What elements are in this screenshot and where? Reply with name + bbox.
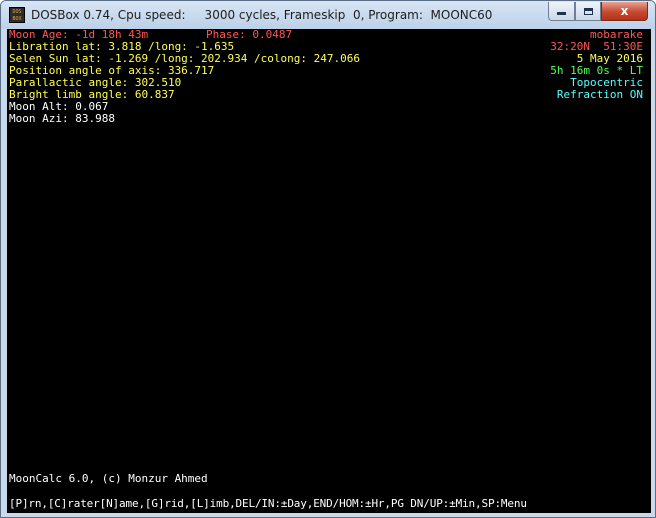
dosbox-app-icon[interactable]: DOS BOX xyxy=(9,7,25,23)
moon-crescent-graphic xyxy=(170,130,403,430)
key-help-text: [P]rn,[C]rater[N]ame,[G]rid,[L]imb,DEL/I… xyxy=(9,497,527,510)
close-button[interactable]: x xyxy=(601,2,648,21)
dosbox-icon-text-top: DOS xyxy=(12,9,22,15)
moon-crescent xyxy=(170,130,403,430)
window-title: DOSBox 0.74, Cpu speed: 3000 cycles, Fra… xyxy=(31,8,493,22)
title-bar[interactable]: DOS BOX DOSBox 0.74, Cpu speed: 3000 cyc… xyxy=(1,1,655,29)
maximize-button[interactable] xyxy=(575,2,601,21)
minimize-icon xyxy=(557,12,566,15)
minimize-button[interactable] xyxy=(548,2,575,21)
dos-screen[interactable]: Moon Age: -1d 18h 43m Phase: 0.0487 Libr… xyxy=(7,29,651,513)
credit-text: MoonCalc 6.0, (c) Monzur Ahmed xyxy=(9,472,208,485)
close-icon: x xyxy=(620,4,629,18)
dosbox-icon-text-bottom: BOX xyxy=(12,16,22,22)
maximize-icon xyxy=(583,8,593,15)
dosbox-window: DOS BOX DOSBox 0.74, Cpu speed: 3000 cyc… xyxy=(0,0,656,518)
